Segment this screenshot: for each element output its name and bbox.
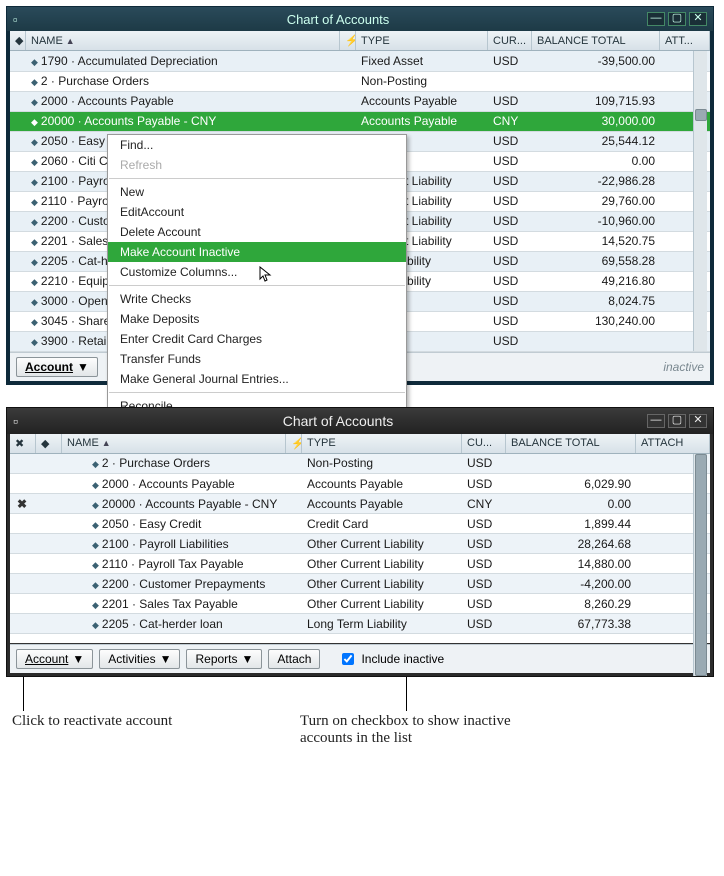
indicator-col[interactable]: ◆ [36,434,62,453]
include-inactive-text: Include inactive [361,652,444,666]
accounts-table: ◆2 · Purchase OrdersNon-PostingUSD ◆2000… [10,454,710,645]
menu-separator [109,392,405,393]
dropdown-icon: ▼ [77,360,89,374]
menu-write-checks[interactable]: Write Checks [108,289,406,309]
table-row[interactable]: ◆2000 · Accounts PayableAccounts Payable… [10,91,710,111]
type-col-header[interactable]: TYPE [302,434,462,453]
dropdown-icon: ▼ [242,652,254,666]
table-row[interactable]: ◆2205 · Cat-herder loanLong Term Liabili… [10,614,710,634]
table-row[interactable]: ✖◆20000 · Accounts Payable - CNYAccounts… [10,494,710,514]
activities-menu-button[interactable]: Activities▼ [99,649,180,669]
inactive-col-header[interactable]: ✖ [10,434,36,453]
name-col-header[interactable]: NAME▲ [26,31,340,50]
window-titlebar[interactable]: ▫ Chart of Accounts — ▢ ✕ [7,7,713,31]
table-row-selected[interactable]: ◆20000 · Accounts Payable - CNYAccounts … [10,111,710,131]
column-headers: ✖ ◆ NAME ▲ ⚡ TYPE CU... BALANCE TOTAL AT… [10,434,710,454]
attach-button[interactable]: Attach [268,649,320,669]
balance-col-header[interactable]: BALANCE TOTAL [532,31,660,50]
include-inactive-label[interactable]: Include inactive [338,650,444,668]
scrollbar-thumb[interactable] [695,109,707,121]
window-title: Chart of Accounts [29,12,647,27]
menu-delete-account[interactable]: Delete Account [108,222,406,242]
window-titlebar[interactable]: ▫ Chart of Accounts — ▢ ✕ [7,408,713,434]
reports-menu-button[interactable]: Reports▼ [186,649,262,669]
name-col-header[interactable]: NAME ▲ [62,434,286,453]
menu-separator [109,178,405,179]
indicator-col[interactable]: ◆ [10,31,26,50]
inactive-marker[interactable]: ✖ [15,497,29,511]
sort-asc-icon: ▲ [66,36,75,46]
menu-refresh: Refresh [108,155,406,175]
annotation-reactivate: Click to reactivate account [12,713,172,730]
chart-of-accounts-window-2: ▫ Chart of Accounts — ▢ ✕ ✖ ◆ NAME ▲ ⚡ T… [6,407,714,678]
table-row[interactable]: ◆2201 · Sales Tax PayableOther Current L… [10,594,710,614]
context-menu: Find... Refresh New EditAccount Delete A… [107,134,407,437]
annotation-line [406,677,407,711]
menu-separator [109,285,405,286]
maximize-button[interactable]: ▢ [668,12,686,26]
scrollbar-thumb[interactable] [695,454,707,676]
table-row[interactable]: ◆2000 · Accounts PayableAccounts Payable… [10,474,710,494]
annotation-line [23,677,24,711]
menu-customize-columns[interactable]: Customize Columns... [108,262,406,282]
table-row[interactable]: ◆1790 · Accumulated DepreciationFixed As… [10,51,710,71]
menu-new[interactable]: New [108,182,406,202]
attach-col-header[interactable]: ATT... [660,31,710,50]
table-row[interactable] [10,634,710,644]
currency-col-header[interactable]: CU... [462,434,506,453]
window-menu-icon[interactable]: ▫ [13,413,29,429]
table-row[interactable]: ◆2110 · Payroll Tax PayableOther Current… [10,554,710,574]
minimize-button[interactable]: — [647,414,665,428]
menu-enter-cc-charges[interactable]: Enter Credit Card Charges [108,329,406,349]
menu-transfer-funds[interactable]: Transfer Funds [108,349,406,369]
table-row[interactable]: ◆2200 · Customer PrepaymentsOther Curren… [10,574,710,594]
chart-of-accounts-window-1: ▫ Chart of Accounts — ▢ ✕ ◆ NAME▲ ⚡ TYPE… [6,6,714,385]
close-button[interactable]: ✕ [689,12,707,26]
table-row[interactable]: ◆2100 · Payroll LiabilitiesOther Current… [10,534,710,554]
table-row[interactable]: ◆2 · Purchase OrdersNon-Posting [10,71,710,91]
account-menu-button[interactable]: Account▼ [16,357,98,377]
attach-col-header[interactable]: ATTACH [636,434,710,453]
column-headers: ◆ NAME▲ ⚡ TYPE CUR... BALANCE TOTAL ATT.… [10,31,710,51]
inactive-label: inactive [663,360,704,374]
balance-col-header[interactable]: BALANCE TOTAL [506,434,636,453]
dropdown-icon: ▼ [72,652,84,666]
window2-toolbar: Account▼ Activities▼ Reports▼ Attach Inc… [10,644,710,673]
window-title: Chart of Accounts [29,413,647,429]
table-row[interactable]: ◆2 · Purchase OrdersNon-PostingUSD [10,454,710,474]
include-inactive-checkbox[interactable] [342,653,354,665]
type-col-header[interactable]: TYPE [356,31,488,50]
close-button[interactable]: ✕ [689,414,707,428]
menu-general-journal[interactable]: Make General Journal Entries... [108,369,406,389]
sort-asc-icon: ▲ [102,438,111,448]
table-row[interactable]: ◆2050 · Easy CreditCredit CardUSD1,899.4… [10,514,710,534]
currency-col-header[interactable]: CUR... [488,31,532,50]
lightning-col[interactable]: ⚡ [286,434,302,453]
dropdown-icon: ▼ [160,652,172,666]
menu-edit-account[interactable]: EditAccount [108,202,406,222]
minimize-button[interactable]: — [647,12,665,26]
lightning-col[interactable]: ⚡ [340,31,356,50]
annotation-include-inactive: Turn on checkbox to show inactive accoun… [300,713,520,747]
maximize-button[interactable]: ▢ [668,414,686,428]
menu-find[interactable]: Find... [108,135,406,155]
annotation-area: Click to reactivate account Turn on chec… [6,699,714,759]
window-menu-icon[interactable]: ▫ [13,12,29,27]
menu-make-deposits[interactable]: Make Deposits [108,309,406,329]
account-menu-button[interactable]: Account▼ [16,649,93,669]
menu-make-inactive[interactable]: Make Account Inactive [108,242,406,262]
